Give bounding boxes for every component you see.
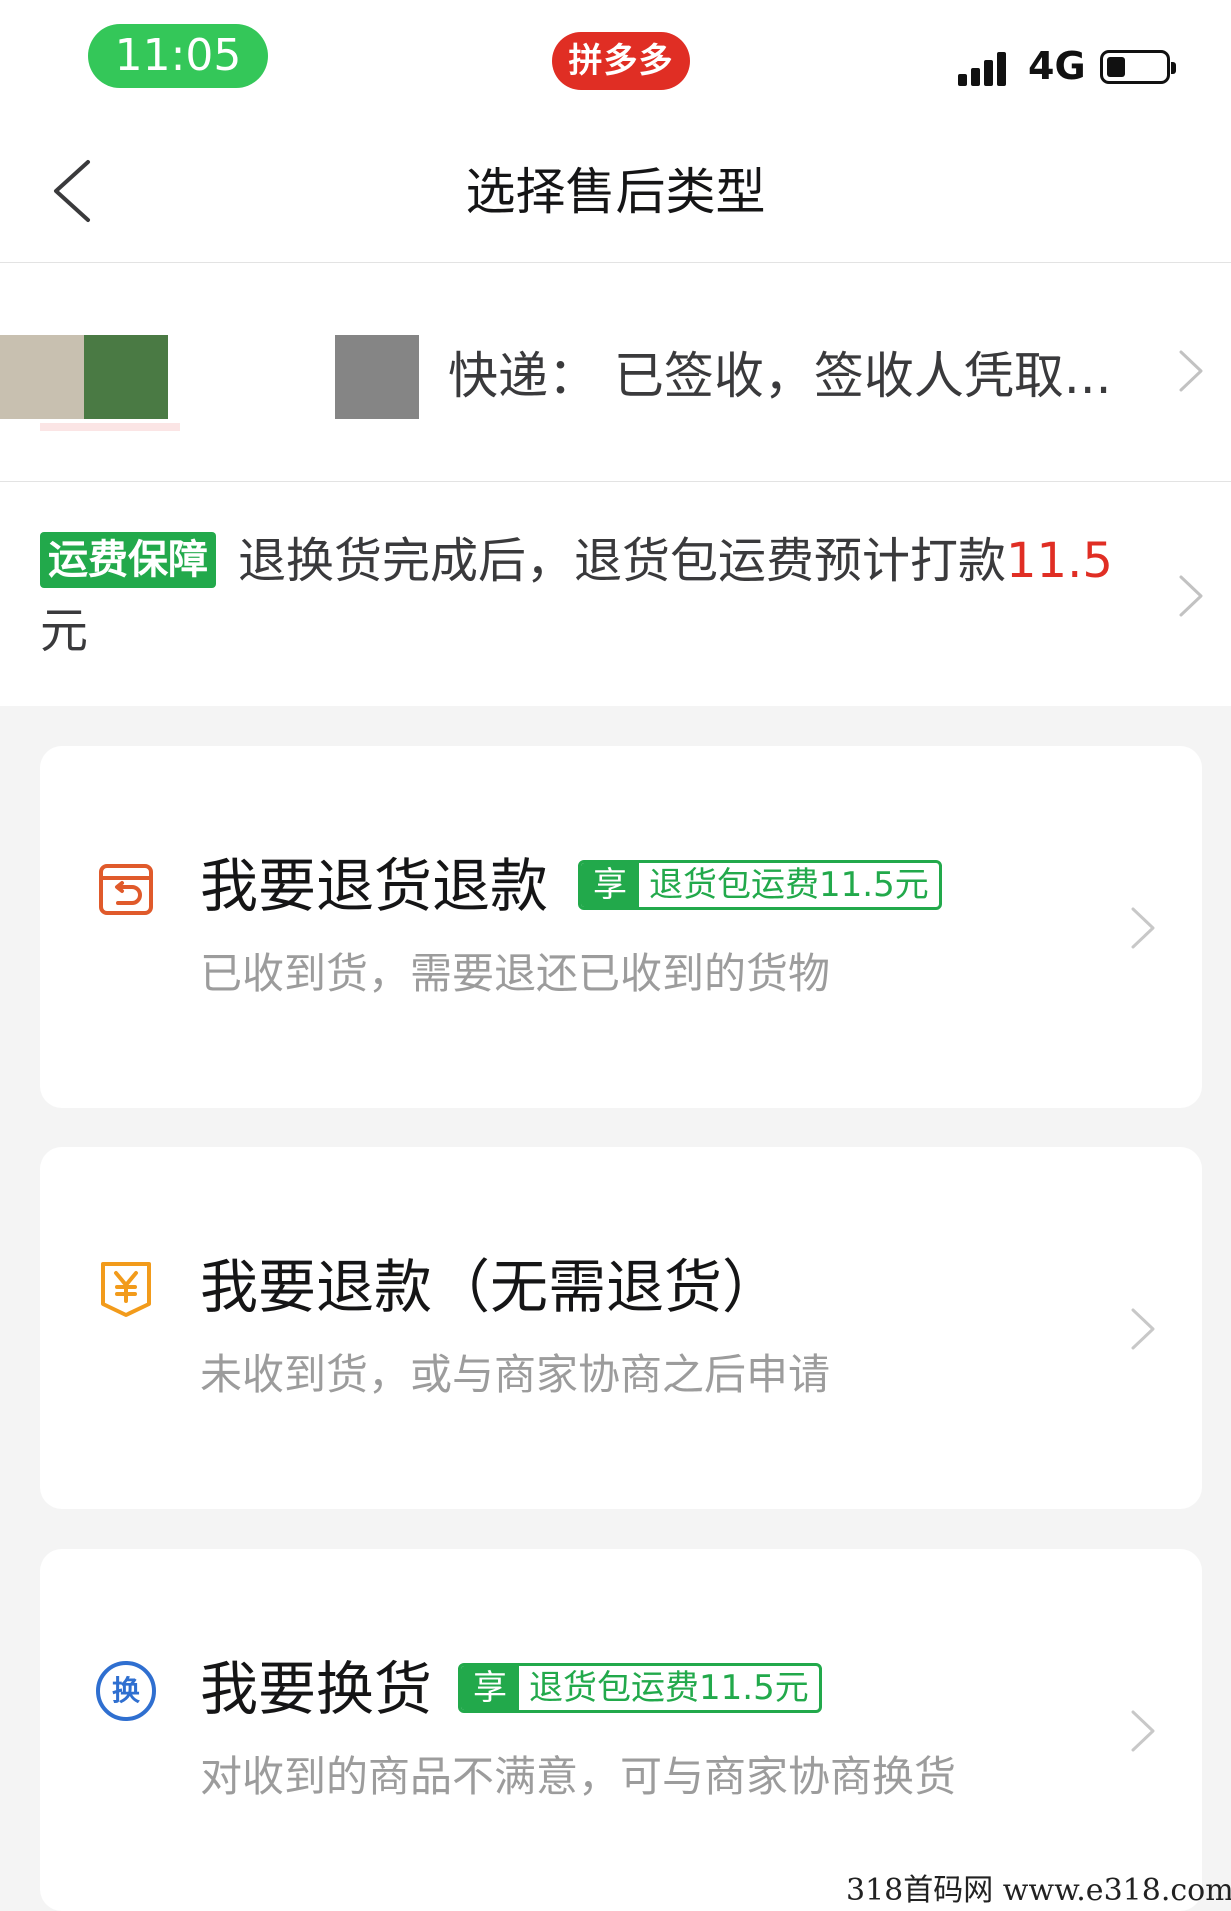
option-exchange[interactable]: 换 我要换货 享 退货包运费11.5元 对收到的商品不满意，可与商家协商换货 <box>40 1549 1202 1911</box>
shipping-guarantee-row[interactable]: 运费保障 退换货完成后，退货包运费预计打款11.5 元 <box>0 482 1231 706</box>
shipping-guarantee-text: 运费保障 退换货完成后，退货包运费预计打款11.5 元 <box>40 526 1160 666</box>
signal-icon <box>958 50 1014 86</box>
chevron-right-icon <box>1131 907 1155 949</box>
chevron-right-icon <box>1131 1710 1155 1752</box>
chevron-right-icon <box>1179 575 1203 617</box>
yuan-refund-icon <box>101 1262 151 1317</box>
product-thumbnail-redacted <box>84 335 168 419</box>
redaction-block <box>335 335 419 419</box>
shipping-benefit-tag: 享 退货包运费11.5元 <box>458 1663 822 1713</box>
watermark: 318首码网 www.e318.com <box>846 1873 1231 1908</box>
shipping-amount-unit: 元 <box>40 603 89 659</box>
exchange-icon: 换 <box>96 1661 156 1721</box>
status-time: 11:05 <box>88 24 268 88</box>
shipping-guarantee-message: 退换货完成后，退货包运费预计打款 <box>238 533 1007 589</box>
option-refund-only[interactable]: 我要退款（无需退货） 未收到货，或与商家协商之后申请 <box>40 1147 1202 1509</box>
shipping-refund-amount: 11.5 <box>1006 533 1113 589</box>
option-description: 已收到货，需要退还已收到的货物 <box>200 949 831 998</box>
redaction-bar <box>40 423 180 431</box>
option-description: 未收到货，或与商家协商之后申请 <box>200 1350 831 1399</box>
option-title: 我要退货退款 <box>200 852 549 920</box>
network-type: 4G <box>1028 44 1086 88</box>
option-title: 我要退款（无需退货） <box>200 1253 781 1321</box>
option-description: 对收到的商品不满意，可与商家协商换货 <box>200 1752 957 1801</box>
product-thumbnail <box>0 335 84 419</box>
tag-value: 退货包运费11.5元 <box>649 865 929 905</box>
option-return-refund[interactable]: 我要退货退款 享 退货包运费11.5元 已收到货，需要退还已收到的货物 <box>40 746 1202 1108</box>
shipping-guarantee-badge: 运费保障 <box>40 532 216 588</box>
order-delivery-row[interactable]: 快递： 已签收，签收人凭取... <box>0 263 1231 482</box>
option-title: 我要换货 <box>200 1655 433 1723</box>
return-box-icon <box>99 864 153 915</box>
app-indicator[interactable]: 拼多多 <box>552 32 690 90</box>
chevron-right-icon <box>1179 350 1203 392</box>
battery-icon <box>1100 50 1176 84</box>
delivery-status: 快递： 已签收，签收人凭取... <box>448 347 1112 405</box>
page-title: 选择售后类型 <box>465 163 766 221</box>
tag-key: 享 <box>461 1666 519 1710</box>
nav-bar: 选择售后类型 <box>0 120 1231 263</box>
tag-key: 享 <box>581 863 639 907</box>
status-bar: 11:05 拼多多 4G <box>0 0 1231 120</box>
shipping-benefit-tag: 享 退货包运费11.5元 <box>578 860 942 910</box>
chevron-right-icon <box>1131 1308 1155 1350</box>
tag-value: 退货包运费11.5元 <box>529 1668 809 1708</box>
